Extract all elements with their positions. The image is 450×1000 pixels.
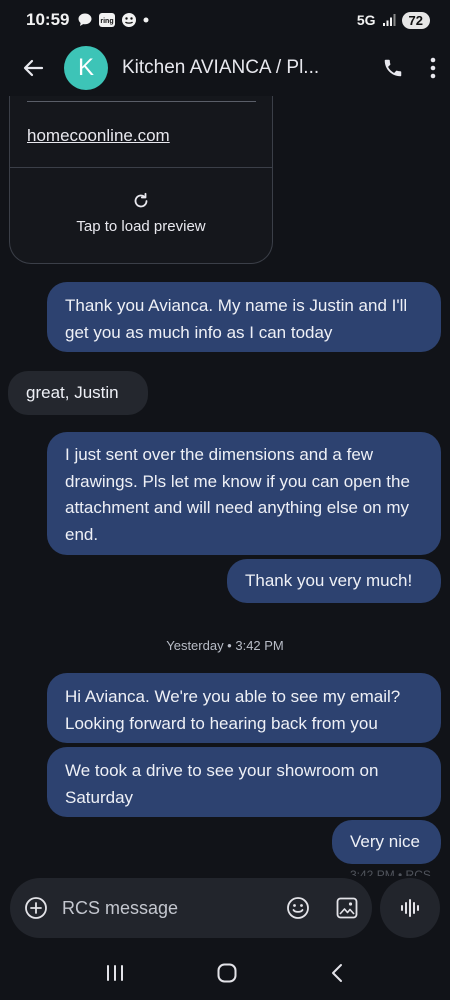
conversation-title[interactable]: Kitchen AVIANCA / Pl...	[122, 57, 322, 79]
load-preview-area[interactable]: Tap to load preview	[10, 168, 272, 235]
message-input[interactable]: RCS message	[62, 898, 178, 919]
dot-icon	[142, 16, 150, 24]
phone-icon[interactable]	[382, 57, 404, 79]
back-arrow-icon[interactable]	[18, 53, 48, 83]
contact-avatar[interactable]: K	[64, 46, 108, 90]
link-preview-card[interactable]: homecoonline.com Tap to load preview	[9, 96, 273, 264]
signal-icon	[382, 13, 396, 27]
add-attachment-icon[interactable]	[24, 896, 48, 920]
recent-apps-icon[interactable]	[105, 964, 125, 982]
composer-actions	[286, 896, 358, 920]
more-options-icon[interactable]	[430, 57, 436, 79]
message-text: Thank you very much!	[245, 571, 413, 590]
message-bubble-outgoing[interactable]: Thank you very much!	[227, 559, 441, 603]
link-preview-domain[interactable]: homecoonline.com	[27, 126, 170, 145]
system-nav-bar	[0, 946, 450, 1000]
message-bubble-outgoing[interactable]: Very nice	[332, 820, 441, 864]
home-icon[interactable]	[216, 962, 238, 984]
link-preview-header: homecoonline.com	[10, 96, 272, 168]
battery-badge: 72	[401, 11, 430, 29]
status-bar: 10:59 ring 5G 72	[0, 0, 450, 40]
refresh-icon	[132, 192, 150, 210]
voice-message-button[interactable]	[380, 878, 440, 938]
ring-app-icon: ring	[98, 12, 116, 28]
message-bubble-incoming[interactable]: great, Justin	[8, 371, 148, 415]
avatar-letter: K	[77, 54, 94, 81]
emoji-status-icon	[121, 12, 137, 28]
message-text: Thank you Avianca. My name is Justin and…	[65, 296, 408, 342]
emoji-icon[interactable]	[286, 896, 310, 920]
message-bubble-outgoing[interactable]: Hi Avianca. We're you able to see my ema…	[47, 673, 441, 743]
status-right: 5G 72	[356, 11, 430, 29]
load-preview-label: Tap to load preview	[76, 218, 206, 235]
chat-bubble-icon	[77, 12, 93, 28]
preview-divider	[27, 101, 256, 102]
message-bubble-outgoing[interactable]: I just sent over the dimensions and a fe…	[47, 432, 441, 555]
message-text: Hi Avianca. We're you able to see my ema…	[65, 687, 401, 733]
message-list[interactable]: homecoonline.com Tap to load preview Tha…	[0, 96, 450, 876]
back-nav-icon[interactable]	[329, 963, 345, 983]
conversation-header: K Kitchen AVIANCA / Pl...	[0, 40, 450, 96]
status-time: 10:59	[26, 10, 70, 29]
timestamp-divider: Yesterday • 3:42 PM	[166, 638, 284, 653]
message-status: 3:42 PM • RCS	[350, 868, 431, 876]
svg-text:ring: ring	[101, 18, 114, 25]
voice-waveform-icon	[399, 897, 421, 919]
message-bubble-outgoing[interactable]: We took a drive to see your showroom on …	[47, 747, 441, 817]
message-text: We took a drive to see your showroom on …	[65, 761, 379, 807]
message-text: I just sent over the dimensions and a fe…	[65, 445, 410, 544]
message-text: great, Justin	[26, 383, 119, 402]
gallery-icon[interactable]	[336, 897, 358, 919]
header-actions	[382, 57, 436, 79]
message-text: Very nice	[350, 832, 420, 851]
message-bubble-outgoing[interactable]: Thank you Avianca. My name is Justin and…	[47, 282, 441, 352]
message-composer[interactable]: RCS message	[10, 878, 372, 938]
network-label: 5G	[356, 12, 376, 28]
